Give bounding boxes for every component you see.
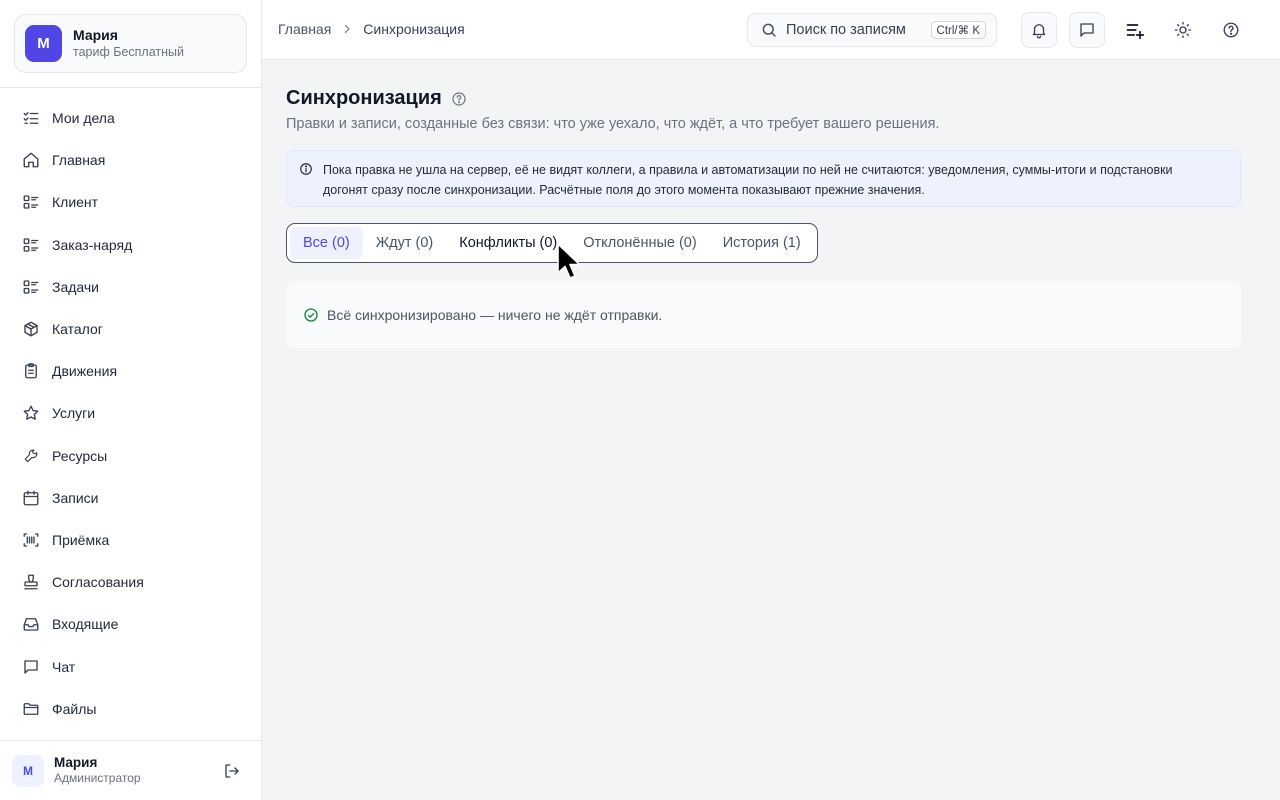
sidebar-item-label: Чат xyxy=(52,658,76,675)
logout-icon[interactable] xyxy=(223,762,241,780)
sidebar-item-label: Заказ-наряд xyxy=(52,236,133,253)
empty-state: Всё синхронизировано — ничего не ждёт от… xyxy=(286,281,1241,348)
tab-all[interactable]: Все (0) xyxy=(290,227,363,259)
sidebar: М Мария тариф Бесплатный Мои дела Главна… xyxy=(0,0,262,800)
chat-icon xyxy=(1078,21,1096,39)
sidebar-item-inbox[interactable]: Входящие xyxy=(0,603,262,645)
sidebar-item-label: Задачи xyxy=(52,278,100,295)
sidebar-item-label: Файлы xyxy=(52,700,97,717)
sidebar-item-label: Мои дела xyxy=(52,110,115,127)
clipboard-icon xyxy=(22,362,40,380)
user-name: Мария xyxy=(54,754,98,770)
sidebar-item-label: Записи xyxy=(52,489,99,506)
barcode-scan-icon xyxy=(22,531,40,549)
search-placeholder: Поиск по записям xyxy=(786,22,906,38)
list-icon xyxy=(22,193,40,211)
list-add-icon xyxy=(1125,20,1145,40)
account-switcher[interactable]: М Мария тариф Бесплатный xyxy=(14,14,247,73)
sidebar-item-records[interactable]: Записи xyxy=(0,477,262,519)
sidebar-item-label: Клиент xyxy=(52,194,99,211)
current-user: М Мария Администратор xyxy=(0,740,261,800)
bell-icon xyxy=(1030,21,1048,39)
main-content: Синхронизация Правки и записи, созданные… xyxy=(262,60,1280,800)
account-name: Мария xyxy=(73,26,118,43)
stamp-icon xyxy=(22,573,40,591)
page-subtitle: Правки и записи, созданные без связи: чт… xyxy=(286,116,940,132)
list-icon xyxy=(22,236,40,254)
sidebar-item-services[interactable]: Услуги xyxy=(0,392,262,434)
calendar-icon xyxy=(22,489,40,507)
sidebar-divider xyxy=(0,87,261,88)
empty-state-message: Всё синхронизировано — ничего не ждёт от… xyxy=(327,306,663,323)
sidebar-nav: Мои дела Главная Клиент Заказ-наряд Зада… xyxy=(0,97,262,730)
sidebar-item-label: Ресурсы xyxy=(52,447,108,464)
help-button[interactable] xyxy=(1213,12,1249,48)
box-icon xyxy=(22,320,40,338)
messages-button[interactable] xyxy=(1069,12,1105,48)
account-avatar: М xyxy=(25,25,62,62)
sidebar-item-client[interactable]: Клиент xyxy=(0,181,262,223)
sidebar-item-files[interactable]: Файлы xyxy=(0,688,262,730)
sidebar-item-label: Главная xyxy=(52,152,106,169)
sidebar-item-label: Движения xyxy=(52,363,118,380)
sidebar-item-label: Согласования xyxy=(52,574,144,591)
sidebar-item-home[interactable]: Главная xyxy=(0,139,262,181)
page-title: Синхронизация xyxy=(286,87,442,109)
tab-history[interactable]: История (1) xyxy=(710,227,814,259)
info-icon xyxy=(299,162,313,176)
breadcrumb-current: Синхронизация xyxy=(363,21,465,37)
sidebar-item-label: Каталог xyxy=(52,321,103,338)
topbar: Главная Синхронизация Поиск по записям C… xyxy=(262,0,1280,60)
wrench-icon xyxy=(22,447,40,465)
sidebar-item-movements[interactable]: Движения xyxy=(0,350,262,392)
help-icon[interactable] xyxy=(451,91,467,107)
sidebar-item-resources[interactable]: Ресурсы xyxy=(0,435,262,477)
check-circle-icon xyxy=(303,307,319,323)
chat-icon xyxy=(22,658,40,676)
chevron-right-icon xyxy=(341,23,353,35)
sidebar-item-receiving[interactable]: Приёмка xyxy=(0,519,262,561)
list-icon xyxy=(22,278,40,296)
sidebar-item-work-order[interactable]: Заказ-наряд xyxy=(0,224,262,266)
sidebar-item-catalog[interactable]: Каталог xyxy=(0,308,262,350)
user-role: Администратор xyxy=(54,771,141,786)
sidebar-item-my-tasks[interactable]: Мои дела xyxy=(0,97,262,139)
info-line: Пока правка не ушла на сервер, её не вид… xyxy=(323,163,1173,177)
notifications-button[interactable] xyxy=(1021,12,1057,48)
sync-tabs: Все (0) Ждут (0) Конфликты (0) Отклонённ… xyxy=(286,223,818,263)
sidebar-item-tasks[interactable]: Задачи xyxy=(0,266,262,308)
account-plan: тариф Бесплатный xyxy=(73,45,184,60)
breadcrumb: Главная Синхронизация xyxy=(278,21,465,37)
info-line: догонят сразу после синхронизации. Расчё… xyxy=(323,183,925,197)
sidebar-item-label: Услуги xyxy=(52,405,96,422)
avatar: М xyxy=(12,754,44,787)
sidebar-item-label: Входящие xyxy=(52,616,119,633)
add-to-list-button[interactable] xyxy=(1117,12,1153,48)
help-icon xyxy=(1222,21,1240,39)
info-banner: Пока правка не ушла на сервер, её не вид… xyxy=(286,150,1241,207)
search-shortcut: Ctrl/⌘ K xyxy=(930,21,986,39)
tab-rejected[interactable]: Отклонённые (0) xyxy=(570,227,709,259)
sun-icon xyxy=(1174,21,1192,39)
sidebar-item-chat[interactable]: Чат xyxy=(0,645,262,687)
folder-icon xyxy=(22,700,40,718)
search-icon xyxy=(760,21,778,39)
sidebar-item-approvals[interactable]: Согласования xyxy=(0,561,262,603)
breadcrumb-home-link[interactable]: Главная xyxy=(278,21,331,37)
search-input[interactable]: Поиск по записям Ctrl/⌘ K xyxy=(747,13,997,47)
tab-pending[interactable]: Ждут (0) xyxy=(363,227,447,259)
checklist-icon xyxy=(22,109,40,127)
sidebar-item-label: Приёмка xyxy=(52,531,110,548)
home-icon xyxy=(22,151,40,169)
inbox-icon xyxy=(22,615,40,633)
star-icon xyxy=(22,404,40,422)
theme-toggle-button[interactable] xyxy=(1165,12,1201,48)
tab-conflicts[interactable]: Конфликты (0) xyxy=(446,227,570,259)
